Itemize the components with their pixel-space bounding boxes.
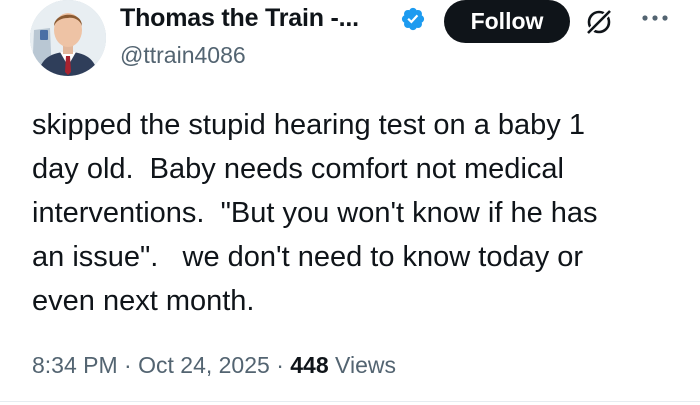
tweet-card: Thomas the Train -... @ttrain4086 Follow… [0,0,700,405]
follow-button[interactable]: Follow [444,0,570,43]
avatar[interactable] [30,0,106,76]
divider [0,401,700,402]
views-count[interactable]: 448 [290,352,328,378]
meta-separator: · [124,352,132,378]
tweet-date[interactable]: Oct 24, 2025 [138,352,270,378]
meta-separator: · [276,352,284,378]
tweet-time[interactable]: 8:34 PM [32,352,118,378]
verified-badge-icon [401,7,425,31]
more-dots-icon[interactable] [640,12,670,24]
display-name[interactable]: Thomas the Train -... [120,4,359,33]
tweet-text: skipped the stupid hearing test on a bab… [32,109,598,317]
views-label: Views [335,352,396,378]
person-avatar-icon [30,0,106,76]
grok-icon[interactable] [583,6,615,38]
tweet-meta: 8:34 PM · Oct 24, 2025 · 448 Views [32,352,396,379]
user-handle[interactable]: @ttrain4086 [120,42,246,69]
